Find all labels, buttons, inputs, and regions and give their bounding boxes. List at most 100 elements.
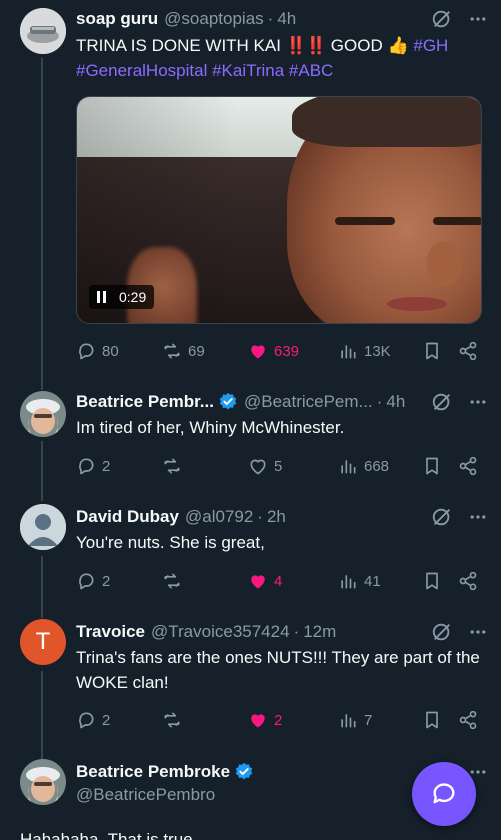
- more-options-icon[interactable]: [467, 8, 489, 30]
- thread-connector-line: [41, 671, 43, 761]
- views-button[interactable]: 13K: [338, 338, 391, 364]
- view-count: 13K: [364, 342, 391, 360]
- avatar[interactable]: T: [20, 619, 66, 665]
- tweet-header: soap guru @soaptopias · 4h: [76, 6, 489, 32]
- video-duration-badge[interactable]: 0:29: [89, 285, 155, 309]
- timestamp[interactable]: 2h: [267, 507, 286, 527]
- reply-button[interactable]: 2: [76, 707, 110, 733]
- repost-icon: [164, 458, 180, 474]
- share-icon: [459, 571, 477, 591]
- like-button[interactable]: 639: [248, 338, 299, 364]
- display-name[interactable]: David Dubay: [76, 507, 179, 527]
- share-button[interactable]: [458, 453, 478, 479]
- share-icon: [459, 710, 477, 730]
- repost-icon: [164, 343, 180, 359]
- chat-bubble-icon: [433, 783, 455, 804]
- view-count: 668: [364, 457, 390, 475]
- reply-icon: [79, 343, 94, 360]
- heart-filled-icon: [251, 345, 265, 359]
- separator-dot: ·: [267, 9, 274, 28]
- grok-icon[interactable]: [431, 506, 453, 528]
- bookmark-button[interactable]: [422, 453, 442, 479]
- display-name[interactable]: Travoice: [76, 622, 145, 642]
- share-icon: [459, 456, 477, 476]
- default-profile-icon: [20, 504, 66, 550]
- grok-icon[interactable]: [431, 8, 453, 30]
- avatar[interactable]: [20, 391, 66, 437]
- double-exclamation-emoji: ‼️‼️: [285, 36, 327, 55]
- hashtag-links[interactable]: #GeneralHospital #KaiTrina #ABC: [76, 61, 333, 80]
- display-name[interactable]: Beatrice Pembroke: [76, 762, 230, 782]
- like-button[interactable]: 2: [248, 707, 282, 733]
- timestamp[interactable]: 4h: [386, 392, 405, 412]
- video-player[interactable]: 0:29: [76, 96, 482, 324]
- repost-icon: [164, 712, 180, 728]
- more-options-icon[interactable]: [467, 506, 489, 528]
- bookmark-button[interactable]: [422, 707, 442, 733]
- timestamp[interactable]: 12m: [303, 622, 336, 642]
- grok-icon[interactable]: [431, 391, 453, 413]
- grok-icon[interactable]: [431, 621, 453, 643]
- user-handle[interactable]: @Travoice357424: [151, 622, 290, 642]
- compose-reply-button[interactable]: [412, 762, 476, 826]
- more-options-icon[interactable]: [467, 391, 489, 413]
- reply-icon: [79, 573, 94, 590]
- views-chart-icon: [341, 714, 356, 728]
- views-button[interactable]: 668: [338, 453, 389, 479]
- reply-travoice[interactable]: T Travoice @Travoice357424 · 12m Trina's…: [0, 615, 501, 761]
- bookmark-button[interactable]: [422, 568, 442, 594]
- reply-beatrice-1[interactable]: Beatrice Pembr... @BeatricePem... · 4h I…: [0, 385, 501, 501]
- repost-button[interactable]: [162, 707, 182, 733]
- views-chart-icon: [341, 460, 356, 474]
- views-button[interactable]: 41: [338, 568, 381, 594]
- thread-connector-line: [41, 58, 43, 390]
- verified-badge-icon: [218, 392, 238, 412]
- more-options-icon[interactable]: [467, 621, 489, 643]
- views-chart-icon: [341, 575, 356, 589]
- share-button[interactable]: [458, 568, 478, 594]
- like-button[interactable]: 5: [248, 453, 282, 479]
- user-handle[interactable]: @BeatricePem...: [244, 392, 373, 412]
- bookmark-icon: [426, 711, 438, 729]
- tweet-header: David Dubay @al0792 · 2h: [76, 504, 489, 530]
- repost-button[interactable]: 69: [162, 338, 205, 364]
- display-name[interactable]: soap guru: [76, 9, 158, 29]
- like-button[interactable]: 4: [248, 568, 282, 594]
- beatrice-avatar-image: [20, 759, 66, 805]
- hashtag-link[interactable]: #GH: [413, 36, 448, 55]
- repost-icon: [164, 573, 180, 589]
- bookmark-icon: [426, 572, 438, 590]
- like-count: 4: [274, 572, 283, 590]
- tweet-text: Hahahaha. That is true.: [20, 830, 198, 840]
- view-count: 7: [364, 711, 373, 729]
- repost-button[interactable]: [162, 568, 182, 594]
- reply-button[interactable]: 80: [76, 338, 119, 364]
- user-handle[interactable]: @al0792: [185, 507, 253, 527]
- tweet-soap-guru[interactable]: soap guru @soaptopias · 4h TRINA IS DONE…: [0, 0, 501, 390]
- user-handle[interactable]: @BeatricePembro: [76, 785, 215, 805]
- avatar[interactable]: [20, 504, 66, 550]
- views-chart-icon: [341, 345, 356, 359]
- reply-button[interactable]: 2: [76, 453, 110, 479]
- avatar-letter: T: [35, 628, 51, 655]
- share-button[interactable]: [458, 707, 478, 733]
- avatar[interactable]: [20, 8, 66, 54]
- avatar[interactable]: [20, 759, 66, 805]
- repost-count: 69: [188, 342, 205, 360]
- bookmark-button[interactable]: [422, 338, 442, 364]
- like-count: 639: [274, 342, 300, 360]
- reply-david-dubay[interactable]: David Dubay @al0792 · 2h You're nuts. Sh…: [0, 500, 501, 618]
- repost-button[interactable]: [162, 453, 182, 479]
- reply-button[interactable]: 2: [76, 568, 110, 594]
- share-button[interactable]: [458, 338, 478, 364]
- separator-dot: ·: [293, 622, 300, 641]
- reply-count: 2: [102, 572, 111, 590]
- display-name[interactable]: Beatrice Pembr...: [76, 392, 214, 412]
- verified-badge-icon: [234, 762, 254, 782]
- views-button[interactable]: 7: [338, 707, 372, 733]
- timestamp[interactable]: 4h: [277, 9, 296, 29]
- pause-icon[interactable]: [97, 291, 109, 303]
- bookmark-icon: [426, 342, 438, 360]
- like-count: 2: [274, 711, 283, 729]
- user-handle[interactable]: @soaptopias: [164, 9, 264, 29]
